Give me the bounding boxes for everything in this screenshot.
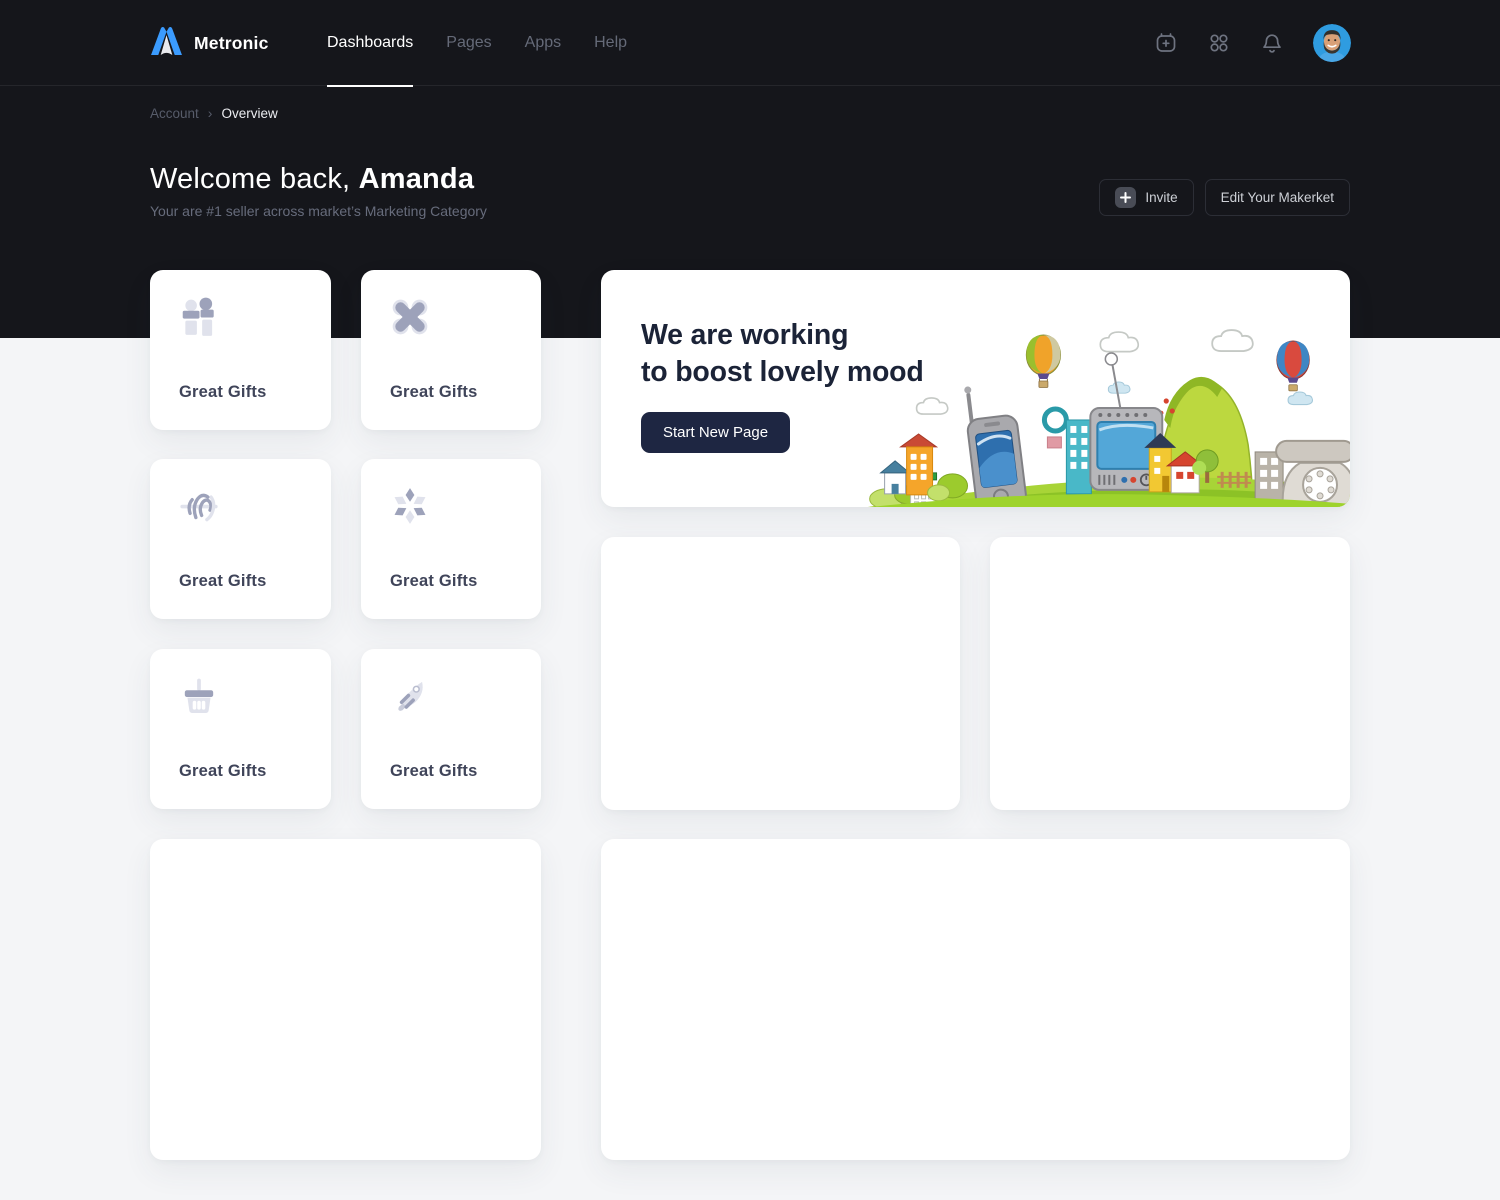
start-new-page-button[interactable]: Start New Page [641, 412, 790, 453]
main-nav: Dashboards Pages Apps Help [327, 0, 627, 86]
metronic-logo-icon [150, 26, 183, 60]
page-title: Welcome back, Amanda [150, 163, 474, 196]
apps-grid-icon[interactable] [1207, 31, 1231, 55]
gift-card[interactable]: Great Gifts [150, 649, 331, 809]
chevron-right-icon: › [208, 105, 213, 121]
empty-panel [990, 537, 1350, 810]
rocket-icon [389, 675, 431, 717]
gift-card-label: Great Gifts [390, 572, 477, 591]
drone-icon [389, 296, 431, 338]
header-actions: Invite Edit Your Makerket [1099, 179, 1350, 216]
hero-title-line1: We are working [641, 317, 924, 354]
nav-item-pages[interactable]: Pages [446, 0, 491, 86]
brand-name: Metronic [194, 33, 269, 54]
gift-card-label: Great Gifts [179, 762, 266, 781]
hero-banner: We are working to boost lovely mood Star… [601, 270, 1350, 507]
empty-panel [601, 839, 1350, 1160]
basket-icon [178, 675, 220, 717]
page-subtitle: Your are #1 seller across market’s Marke… [150, 203, 487, 219]
top-navbar: Metronic Dashboards Pages Apps Help [0, 0, 1500, 86]
notifications-bell-icon[interactable] [1260, 31, 1284, 55]
nav-item-help[interactable]: Help [594, 0, 627, 86]
gift-card[interactable]: Great Gifts [361, 270, 541, 430]
greeting-prefix: Welcome back, [150, 163, 359, 195]
brand[interactable]: Metronic [150, 0, 269, 86]
add-square-icon[interactable] [1154, 31, 1178, 55]
gift-icon [178, 296, 220, 338]
gift-card[interactable]: Great Gifts [361, 459, 541, 619]
gift-card-label: Great Gifts [390, 383, 477, 402]
gift-card-label: Great Gifts [179, 572, 266, 591]
user-avatar[interactable] [1313, 24, 1351, 62]
hero-title: We are working to boost lovely mood [641, 317, 924, 391]
fingerprint-icon [178, 485, 220, 527]
gift-card[interactable]: Great Gifts [361, 649, 541, 809]
invite-button[interactable]: Invite [1099, 179, 1193, 216]
nav-item-dashboards[interactable]: Dashboards [327, 0, 413, 86]
hero-title-line2: to boost lovely mood [641, 354, 924, 391]
edit-market-button[interactable]: Edit Your Makerket [1205, 179, 1350, 216]
nav-item-apps[interactable]: Apps [525, 0, 561, 86]
plus-icon [1115, 187, 1136, 208]
breadcrumb-account[interactable]: Account [150, 106, 199, 121]
invite-label: Invite [1145, 190, 1177, 205]
snowflake-icon [389, 485, 431, 527]
breadcrumb-overview: Overview [221, 106, 277, 121]
gift-card[interactable]: Great Gifts [150, 270, 331, 430]
edit-market-label: Edit Your Makerket [1221, 190, 1334, 205]
breadcrumb: Account › Overview [150, 105, 278, 121]
gift-card[interactable]: Great Gifts [150, 459, 331, 619]
gift-card-label: Great Gifts [390, 762, 477, 781]
empty-panel [601, 537, 960, 810]
empty-panel [150, 839, 541, 1160]
gift-card-label: Great Gifts [179, 383, 266, 402]
user-name: Amanda [359, 163, 475, 195]
dashboard-page: Metronic Dashboards Pages Apps Help [0, 0, 1500, 1200]
navbar-actions [1154, 0, 1351, 86]
